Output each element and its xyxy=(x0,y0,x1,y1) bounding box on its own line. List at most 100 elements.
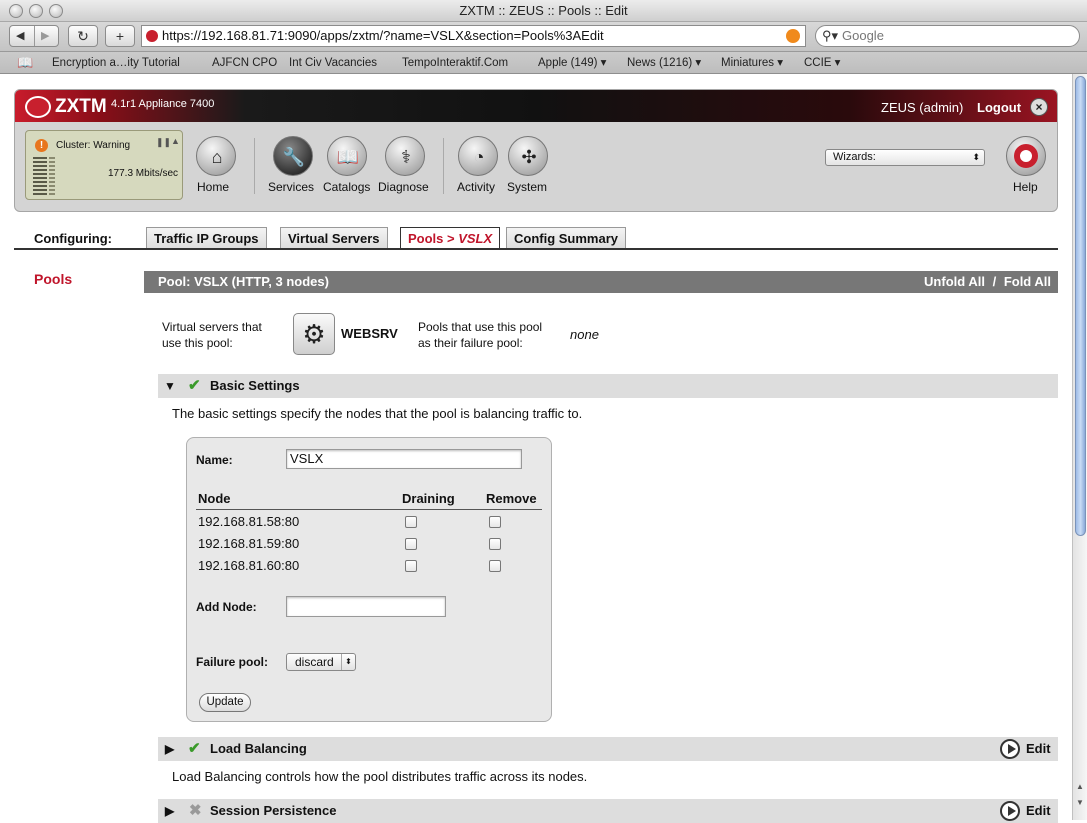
catalogs-button[interactable]: 📖 xyxy=(327,136,367,176)
bookmark-item[interactable]: News (1216) ▾ xyxy=(627,52,701,74)
configuring-label: Configuring: xyxy=(34,231,112,246)
basic-settings-bar[interactable]: ▼ ✔ Basic Settings xyxy=(158,374,1058,398)
logout-close-icon[interactable]: × xyxy=(1030,98,1048,116)
pool-header-bar: Pool: VSLX (HTTP, 3 nodes) Unfold All / … xyxy=(144,271,1058,293)
system-label[interactable]: System xyxy=(507,180,547,194)
remove-checkbox[interactable] xyxy=(489,560,501,572)
failure-pool-select[interactable]: discard ⬍ xyxy=(286,653,356,671)
session-persistence-edit-link[interactable]: Edit xyxy=(1026,799,1051,823)
session-persistence-bar[interactable]: ▶ ✖ Session Persistence Edit xyxy=(158,799,1058,823)
load-balancing-description: Load Balancing controls how the pool dis… xyxy=(172,769,588,784)
separator: / xyxy=(992,274,997,289)
load-balancing-bar[interactable]: ▶ ✔ Load Balancing Edit xyxy=(158,737,1058,761)
bookmark-item[interactable]: TempoInteraktif.Com xyxy=(402,52,508,74)
address-bar[interactable]: https://192.168.81.71:9090/apps/zxtm/?na… xyxy=(141,25,806,47)
tab-traffic-ip-groups[interactable]: Traffic IP Groups xyxy=(146,227,267,249)
vs-label-line2: use this pool: xyxy=(162,336,233,350)
window-title: ZXTM :: ZEUS :: Pools :: Edit xyxy=(459,3,628,18)
wrench-icon: 🔧 xyxy=(282,147,306,167)
sidebar-item-pools[interactable]: Pools xyxy=(34,271,72,287)
fold-all-link[interactable]: Fold All xyxy=(1004,274,1051,289)
search-input[interactable]: ⚲▾ Google xyxy=(815,25,1080,47)
vs-name[interactable]: WEBSRV xyxy=(341,326,398,341)
close-window-icon[interactable] xyxy=(9,4,23,18)
col-node: Node xyxy=(198,491,231,506)
edit-play-icon[interactable] xyxy=(1000,801,1020,821)
services-button[interactable]: 🔧 xyxy=(273,136,313,176)
nav-divider xyxy=(254,138,255,194)
tab-config-summary[interactable]: Config Summary xyxy=(506,227,627,249)
edit-play-icon[interactable] xyxy=(1000,739,1020,759)
remove-checkbox[interactable] xyxy=(489,516,501,528)
vertical-scrollbar[interactable]: ▲ ▼ xyxy=(1072,74,1087,820)
scroll-down-icon[interactable]: ▼ xyxy=(1076,798,1084,807)
zoom-window-icon[interactable] xyxy=(49,4,63,18)
basic-settings-title: Basic Settings xyxy=(210,378,300,393)
bookmark-item[interactable]: CCIE ▾ xyxy=(804,52,840,74)
back-icon[interactable]: ◀ xyxy=(16,26,24,46)
new-tab-button[interactable]: + xyxy=(105,25,135,47)
scroll-up-icon[interactable]: ▲ xyxy=(1076,782,1084,791)
system-button[interactable]: ✣ xyxy=(508,136,548,176)
snapback-icon[interactable] xyxy=(786,29,800,43)
draining-checkbox[interactable] xyxy=(405,516,417,528)
search-icon: ⚲▾ xyxy=(822,28,839,43)
diagnose-label[interactable]: Diagnose xyxy=(378,180,429,194)
load-balancing-edit-link[interactable]: Edit xyxy=(1026,737,1051,761)
collapsed-triangle-icon[interactable]: ▶ xyxy=(165,737,174,761)
services-label[interactable]: Services xyxy=(268,180,314,194)
home-label[interactable]: Home xyxy=(197,180,229,194)
pause-icon[interactable]: ❚❚ xyxy=(156,137,171,148)
scrollbar-thumb[interactable] xyxy=(1075,76,1086,536)
expanded-triangle-icon[interactable]: ▼ xyxy=(164,374,176,398)
help-button[interactable] xyxy=(1006,136,1046,176)
tab-virtual-servers[interactable]: Virtual Servers xyxy=(280,227,388,249)
collapsed-triangle-icon[interactable]: ▶ xyxy=(165,799,174,823)
help-label[interactable]: Help xyxy=(1013,180,1038,194)
home-icon: ⌂ xyxy=(211,147,223,167)
minimize-window-icon[interactable] xyxy=(29,4,43,18)
table-row-node: 192.168.81.58:80 xyxy=(198,514,300,529)
basic-settings-form: Name: VSLX Node Draining Remove 192.168.… xyxy=(186,437,552,722)
cluster-status-widget[interactable]: ! Cluster: Warning ❚❚ ▲ 177.3 Mbits/sec xyxy=(25,130,183,200)
reload-button[interactable]: ↻ xyxy=(68,25,98,47)
logout-link[interactable]: Logout xyxy=(977,100,1021,115)
reload-icon: ↻ xyxy=(77,28,89,44)
bookmark-item[interactable]: Int Civ Vacancies xyxy=(289,52,377,74)
url-text: https://192.168.81.71:9090/apps/zxtm/?na… xyxy=(162,28,604,43)
draining-checkbox[interactable] xyxy=(405,560,417,572)
bookmark-item[interactable]: Encryption a…ity Tutorial xyxy=(52,52,180,74)
virtual-server-button[interactable]: ⚙ xyxy=(293,313,335,355)
home-button[interactable]: ⌂ xyxy=(196,136,236,176)
wizards-select[interactable]: Wizards: ⬍ xyxy=(825,149,985,166)
catalogs-label[interactable]: Catalogs xyxy=(323,180,370,194)
bookmarks-book-icon[interactable]: 📖 xyxy=(17,52,33,74)
collapse-icon[interactable]: ▲ xyxy=(171,136,180,146)
zxtm-logo: ZXTM xyxy=(25,96,109,118)
gauge-icon: ◔ xyxy=(473,147,485,167)
add-node-input[interactable] xyxy=(286,596,446,617)
activity-label[interactable]: Activity xyxy=(457,180,495,194)
diagnose-button[interactable]: ⚕ xyxy=(385,136,425,176)
pool-title: Pool: VSLX (HTTP, 3 nodes) xyxy=(158,274,329,289)
activity-button[interactable]: ◔ xyxy=(458,136,498,176)
bookmark-item[interactable]: Apple (149) ▾ xyxy=(538,52,606,74)
col-draining: Draining xyxy=(402,491,455,506)
unfold-all-link[interactable]: Unfold All xyxy=(924,274,985,289)
bookmark-item[interactable]: AJFCN CPO xyxy=(212,52,277,74)
back-forward-buttons[interactable]: ◀ ▶ xyxy=(9,25,59,47)
gears-icon: ⚙ xyxy=(302,319,326,349)
disabled-x-icon: ✖ xyxy=(189,802,202,819)
update-button[interactable]: Update xyxy=(199,693,251,712)
tab-pools-current: VSLX xyxy=(458,231,493,246)
forward-icon[interactable]: ▶ xyxy=(41,26,49,46)
draining-checkbox[interactable] xyxy=(405,538,417,550)
bookmark-item[interactable]: Miniatures ▾ xyxy=(721,52,783,74)
remove-checkbox[interactable] xyxy=(489,538,501,550)
session-persistence-title: Session Persistence xyxy=(210,803,337,818)
tab-underline xyxy=(14,248,1058,250)
name-label: Name: xyxy=(196,453,233,467)
tab-pools-vslx[interactable]: Pools > VSLX xyxy=(400,227,501,250)
name-input[interactable]: VSLX xyxy=(286,449,522,469)
bookmarks-bar: 📖 Encryption a…ity Tutorial AJFCN CPO In… xyxy=(0,52,1087,74)
